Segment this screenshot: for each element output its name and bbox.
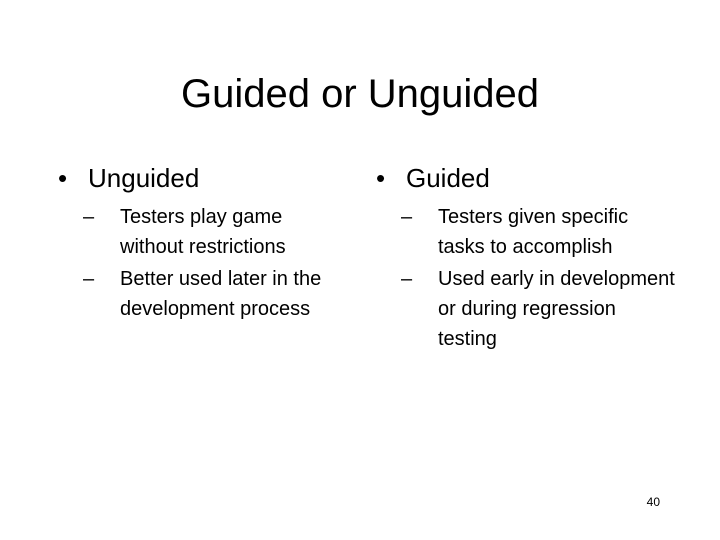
- sub-bullet: – Testers given specific tasks to accomp…: [401, 202, 676, 262]
- sub-bullet-text: Testers given specific tasks to accompli…: [438, 206, 629, 258]
- bullet-heading: Unguided: [88, 163, 200, 193]
- sub-bullet: – Better used later in the development p…: [83, 264, 348, 324]
- sub-bullet-list: – Testers play game without restrictions…: [83, 202, 348, 324]
- dash-icon: –: [83, 268, 95, 290]
- page-number: 40: [646, 495, 660, 509]
- sub-bullet-list: – Testers given specific tasks to accomp…: [401, 202, 676, 354]
- dash-icon: –: [401, 206, 413, 228]
- dash-icon: –: [401, 268, 413, 290]
- sub-bullet-text: Testers play game without restrictions: [120, 206, 286, 258]
- sub-bullet-text: Used early in development or during regr…: [438, 268, 675, 350]
- bullet-guided: • Guided: [376, 160, 676, 196]
- bullet-icon: •: [58, 163, 68, 193]
- bullet-heading: Guided: [406, 163, 490, 193]
- bullet-unguided: • Unguided: [58, 160, 348, 196]
- column-unguided: • Unguided – Testers play game without r…: [58, 160, 348, 326]
- sub-bullet: – Testers play game without restrictions: [83, 202, 348, 262]
- sub-bullet-text: Better used later in the development pro…: [120, 268, 322, 320]
- dash-icon: –: [83, 206, 95, 228]
- sub-bullet: – Used early in development or during re…: [401, 264, 676, 354]
- slide-title: Guided or Unguided: [180, 72, 540, 116]
- column-guided: • Guided – Testers given specific tasks …: [376, 160, 676, 356]
- bullet-icon: •: [376, 163, 386, 193]
